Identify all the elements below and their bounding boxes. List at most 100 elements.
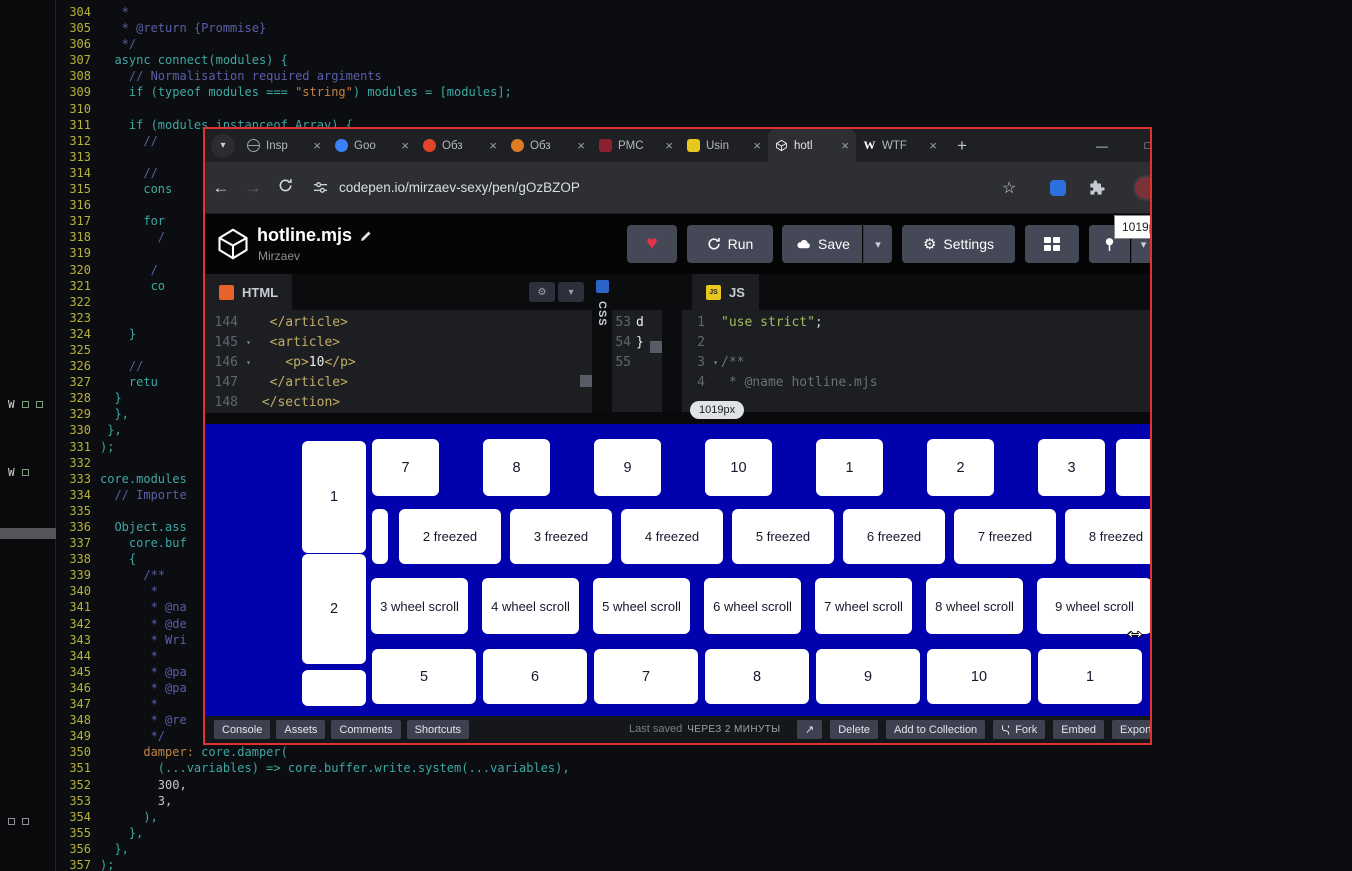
hotline-card[interactable]: 7: [594, 649, 698, 704]
browser-tab[interactable]: Goo ×: [328, 129, 416, 162]
hotline-card[interactable]: 3: [1038, 439, 1105, 496]
browser-tab[interactable]: Insp ×: [240, 129, 328, 162]
hotline-card[interactable]: [1116, 439, 1150, 496]
hotline-card[interactable]: 6 freezed: [843, 509, 945, 564]
tab-label: Usin: [706, 140, 747, 152]
edit-pencil-icon[interactable]: [360, 229, 373, 242]
code-line: 352 300,: [0, 777, 1352, 793]
address-bar[interactable]: codepen.io/mirzaev-sexy/pen/gOzBZOP: [313, 180, 580, 195]
hotline-card[interactable]: 5 freezed: [732, 509, 834, 564]
scrollbar-thumb[interactable]: [580, 375, 592, 387]
hotline-card[interactable]: 3 freezed: [510, 509, 612, 564]
reload-button[interactable]: [269, 178, 301, 198]
export-button[interactable]: Export: [1112, 720, 1152, 739]
hotline-card[interactable]: 4 wheel scroll: [482, 578, 579, 634]
hotline-card[interactable]: 5 wheel scroll: [593, 578, 690, 634]
hotline-card[interactable]: 8: [705, 649, 809, 704]
save-button[interactable]: Save: [782, 225, 862, 263]
shortcuts-button[interactable]: Shortcuts: [407, 720, 469, 739]
settings-button[interactable]: ⚙ Settings: [902, 225, 1015, 263]
open-in-new-button[interactable]: ↗: [797, 720, 822, 739]
fold-caret-icon[interactable]: ▾: [243, 353, 254, 373]
maximize-button[interactable]: □: [1131, 129, 1152, 162]
love-button[interactable]: ♥: [627, 225, 677, 263]
fork-button[interactable]: Fork: [993, 720, 1045, 739]
hotline-card[interactable]: 8 wheel scroll: [926, 578, 1023, 634]
hotline-card[interactable]: 2 freezed: [399, 509, 501, 564]
js-code-editor[interactable]: 1 ▾ "use strict"; 2 ▾ 3 ▾ /** 4 ▾: [682, 310, 1150, 412]
hotline-card[interactable]: 7 freezed: [954, 509, 1056, 564]
hotline-card[interactable]: 7: [372, 439, 439, 496]
back-button[interactable]: ←: [205, 178, 237, 198]
fold-caret-icon[interactable]: ▾: [710, 353, 721, 373]
hotline-card[interactable]: 8: [483, 439, 550, 496]
hotline-card[interactable]: [302, 670, 366, 706]
url-text[interactable]: codepen.io/mirzaev-sexy/pen/gOzBZOP: [339, 180, 580, 195]
codepen-logo-icon[interactable]: [215, 226, 251, 267]
css-code-editor[interactable]: 53 d 54 } 55: [612, 310, 662, 412]
hotline-card[interactable]: 10: [705, 439, 772, 496]
hotline-card[interactable]: 6 wheel scroll: [704, 578, 801, 634]
html-code-editor[interactable]: 144 ▾ </article> 145 ▾ <article> 146 ▾ <…: [205, 310, 592, 413]
browser-tab[interactable]: Usin ×: [680, 129, 768, 162]
css-panel-collapsed[interactable]: CSS: [592, 274, 612, 412]
editor-preview-divider[interactable]: [205, 412, 1150, 424]
forward-button[interactable]: →: [237, 178, 269, 198]
hotline-card[interactable]: 7 wheel scroll: [815, 578, 912, 634]
hotline-card[interactable]: 6: [483, 649, 587, 704]
browser-tab[interactable]: Обз ×: [416, 129, 504, 162]
hotline-card[interactable]: 9: [816, 649, 920, 704]
hotline-card[interactable]: 1: [302, 441, 366, 553]
hotline-card[interactable]: 8 freezed: [1065, 509, 1150, 564]
extensions-puzzle-icon[interactable]: [1089, 180, 1105, 201]
hotline-card[interactable]: 4 freezed: [621, 509, 723, 564]
close-icon[interactable]: ×: [313, 138, 321, 153]
close-icon[interactable]: ×: [929, 138, 937, 153]
close-icon[interactable]: ×: [665, 138, 673, 153]
extension-icon[interactable]: [1050, 180, 1066, 196]
profile-avatar[interactable]: [1133, 175, 1152, 201]
hotline-card[interactable]: 2: [927, 439, 994, 496]
minimize-button[interactable]: —: [1085, 129, 1119, 162]
tab-search-button[interactable]: ▾: [211, 134, 235, 158]
close-icon[interactable]: ×: [577, 138, 585, 153]
hotline-card[interactable]: 5: [372, 649, 476, 704]
console-button[interactable]: Console: [214, 720, 270, 739]
close-icon[interactable]: ×: [753, 138, 761, 153]
run-button[interactable]: Run: [687, 225, 773, 263]
browser-tab-active[interactable]: hotl ×: [768, 129, 856, 162]
hotline-card[interactable]: 1: [1038, 649, 1142, 704]
save-dropdown-button[interactable]: ▾: [863, 225, 892, 263]
delete-button[interactable]: Delete: [830, 720, 878, 739]
hotline-card[interactable]: [372, 509, 388, 564]
close-icon[interactable]: ×: [401, 138, 409, 153]
hotline-card[interactable]: 2: [302, 554, 366, 664]
panel-gutter[interactable]: [662, 274, 682, 412]
tab-label: WTF: [882, 140, 923, 152]
panel-settings-button[interactable]: ⚙: [529, 282, 555, 302]
hotline-card[interactable]: 1: [816, 439, 883, 496]
scrollbar-thumb[interactable]: [650, 341, 662, 353]
add-to-collection-button[interactable]: Add to Collection: [886, 720, 985, 739]
assets-button[interactable]: Assets: [276, 720, 325, 739]
hotline-card[interactable]: 10: [927, 649, 1031, 704]
browser-tab[interactable]: Обз ×: [504, 129, 592, 162]
browser-tab[interactable]: PMC ×: [592, 129, 680, 162]
scrollbar-thumb[interactable]: [0, 528, 56, 539]
browser-tab[interactable]: W WTF ×: [856, 129, 944, 162]
hotline-card[interactable]: 3 wheel scroll: [371, 578, 468, 634]
fold-caret-icon[interactable]: ▾: [243, 333, 254, 353]
pen-author[interactable]: Mirzaev: [258, 249, 300, 263]
yellow-square-icon: [687, 139, 700, 152]
close-icon[interactable]: ×: [489, 138, 497, 153]
close-icon[interactable]: ×: [841, 138, 849, 153]
tab-html[interactable]: HTML: [205, 274, 292, 310]
hotline-card[interactable]: 9: [594, 439, 661, 496]
embed-button[interactable]: Embed: [1053, 720, 1104, 739]
comments-button[interactable]: Comments: [331, 720, 400, 739]
panel-collapse-button[interactable]: ▾: [558, 282, 584, 302]
tab-js[interactable]: JS JS: [692, 274, 759, 310]
change-view-button[interactable]: [1025, 225, 1079, 263]
bookmark-star-icon[interactable]: ☆: [1002, 178, 1016, 198]
new-tab-button[interactable]: +: [950, 136, 974, 156]
